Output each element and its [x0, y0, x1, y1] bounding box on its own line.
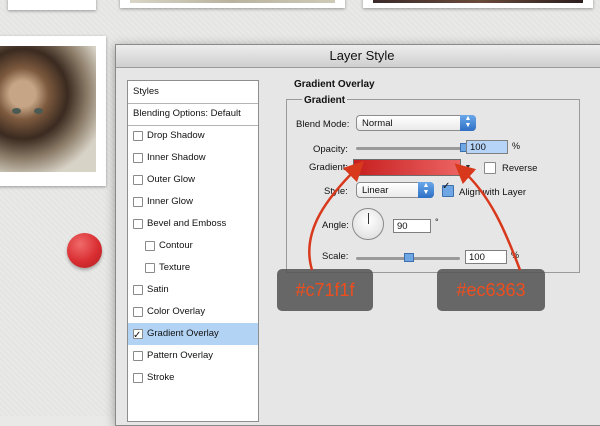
annotation-arrows: [308, 160, 522, 271]
arrow-right: [454, 163, 522, 271]
arrow-left: [308, 160, 365, 271]
